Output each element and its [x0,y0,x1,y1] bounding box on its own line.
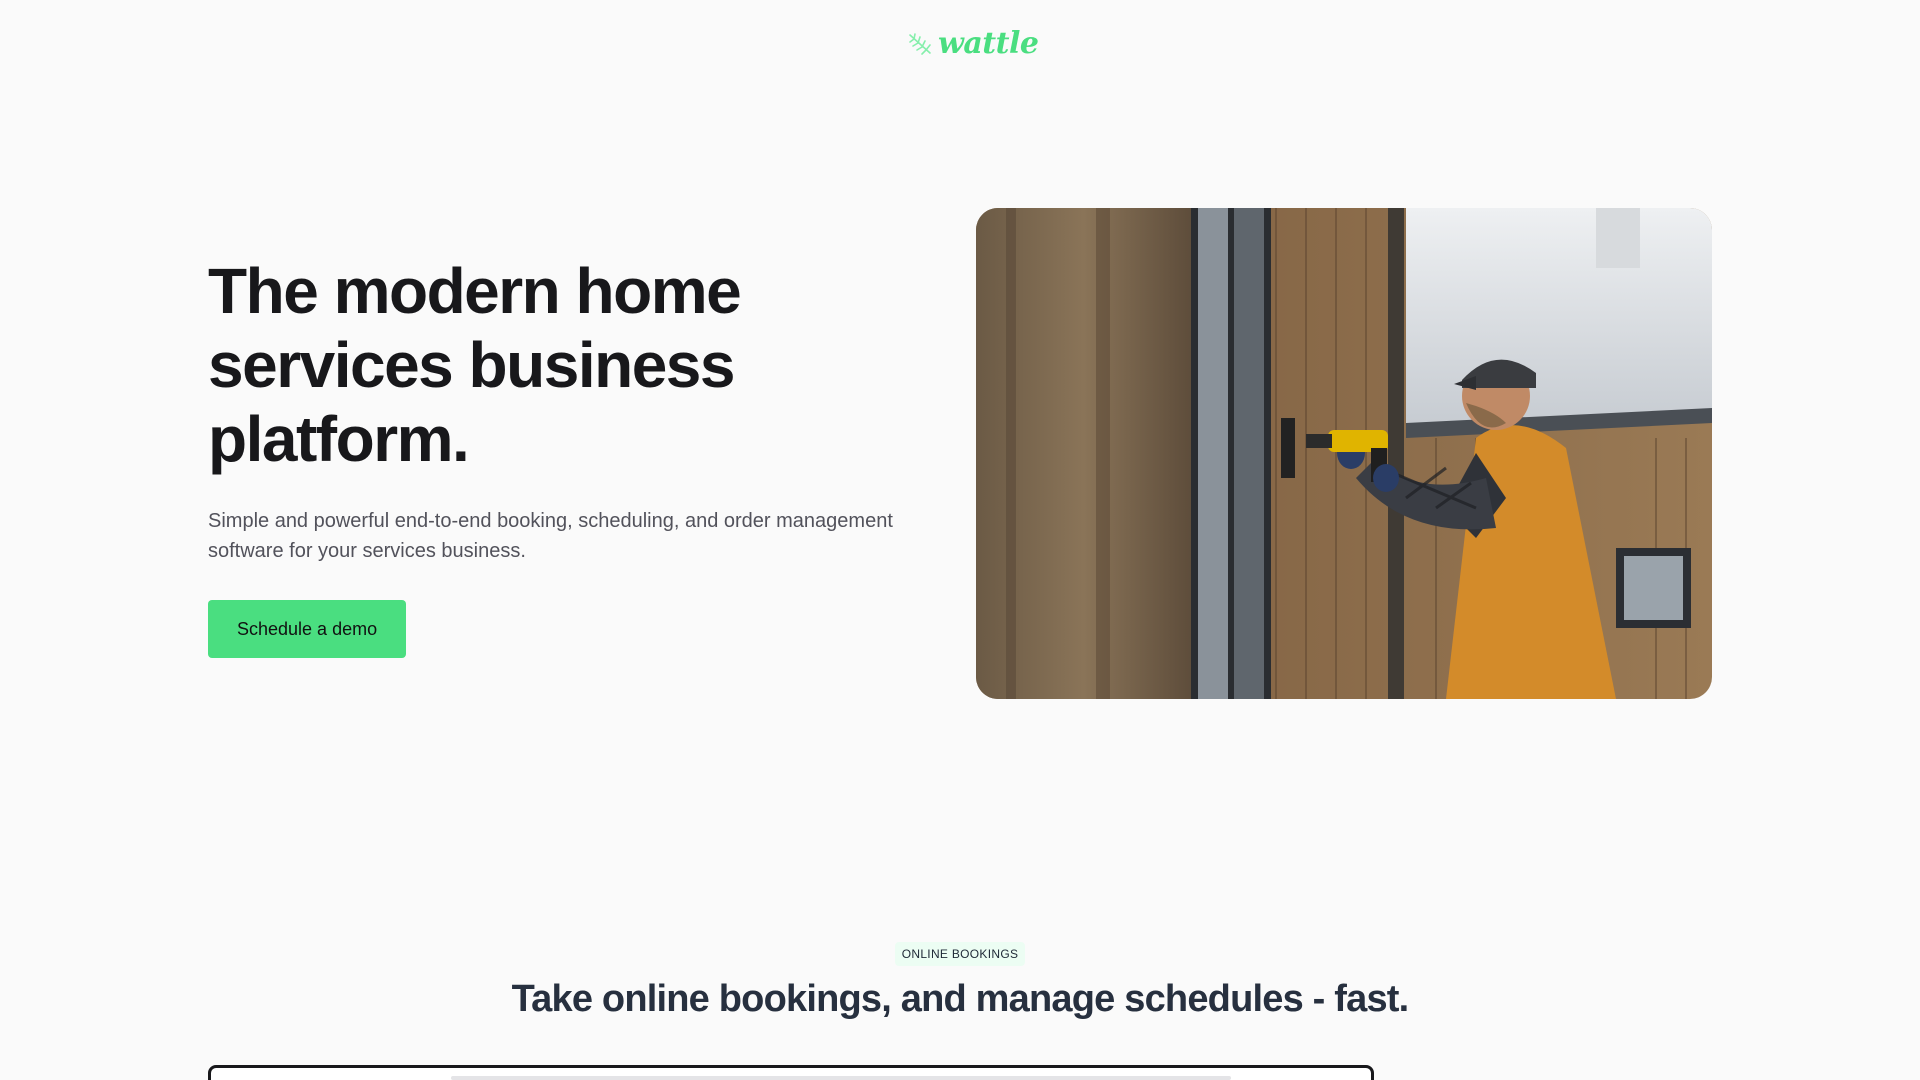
section-badge-wrap: ONLINE BOOKINGS [0,942,1920,966]
hero-subtitle: Simple and powerful end-to-end booking, … [208,510,893,562]
schedule-demo-button[interactable]: Schedule a demo [208,600,407,658]
app-preview-toolbar [451,1076,1231,1080]
logo-wordmark: wattle [938,26,1039,61]
hero-photo-illustration [976,208,1712,699]
brand-logo[interactable]: wattle [906,26,1039,61]
hero-title: The modern home services business platfo… [208,255,742,475]
wattle-leaf-icon [909,32,931,55]
hero-content: The modern home services business platfo… [208,254,968,658]
app-preview-frame [208,1065,1374,1080]
section-badge: ONLINE BOOKINGS [894,942,1026,966]
landing-page: wattle The modern home services business… [0,0,1920,1080]
hero-photo-worker-drilling [976,208,1712,699]
section-title: Take online bookings, and manage schedul… [511,978,1410,1020]
